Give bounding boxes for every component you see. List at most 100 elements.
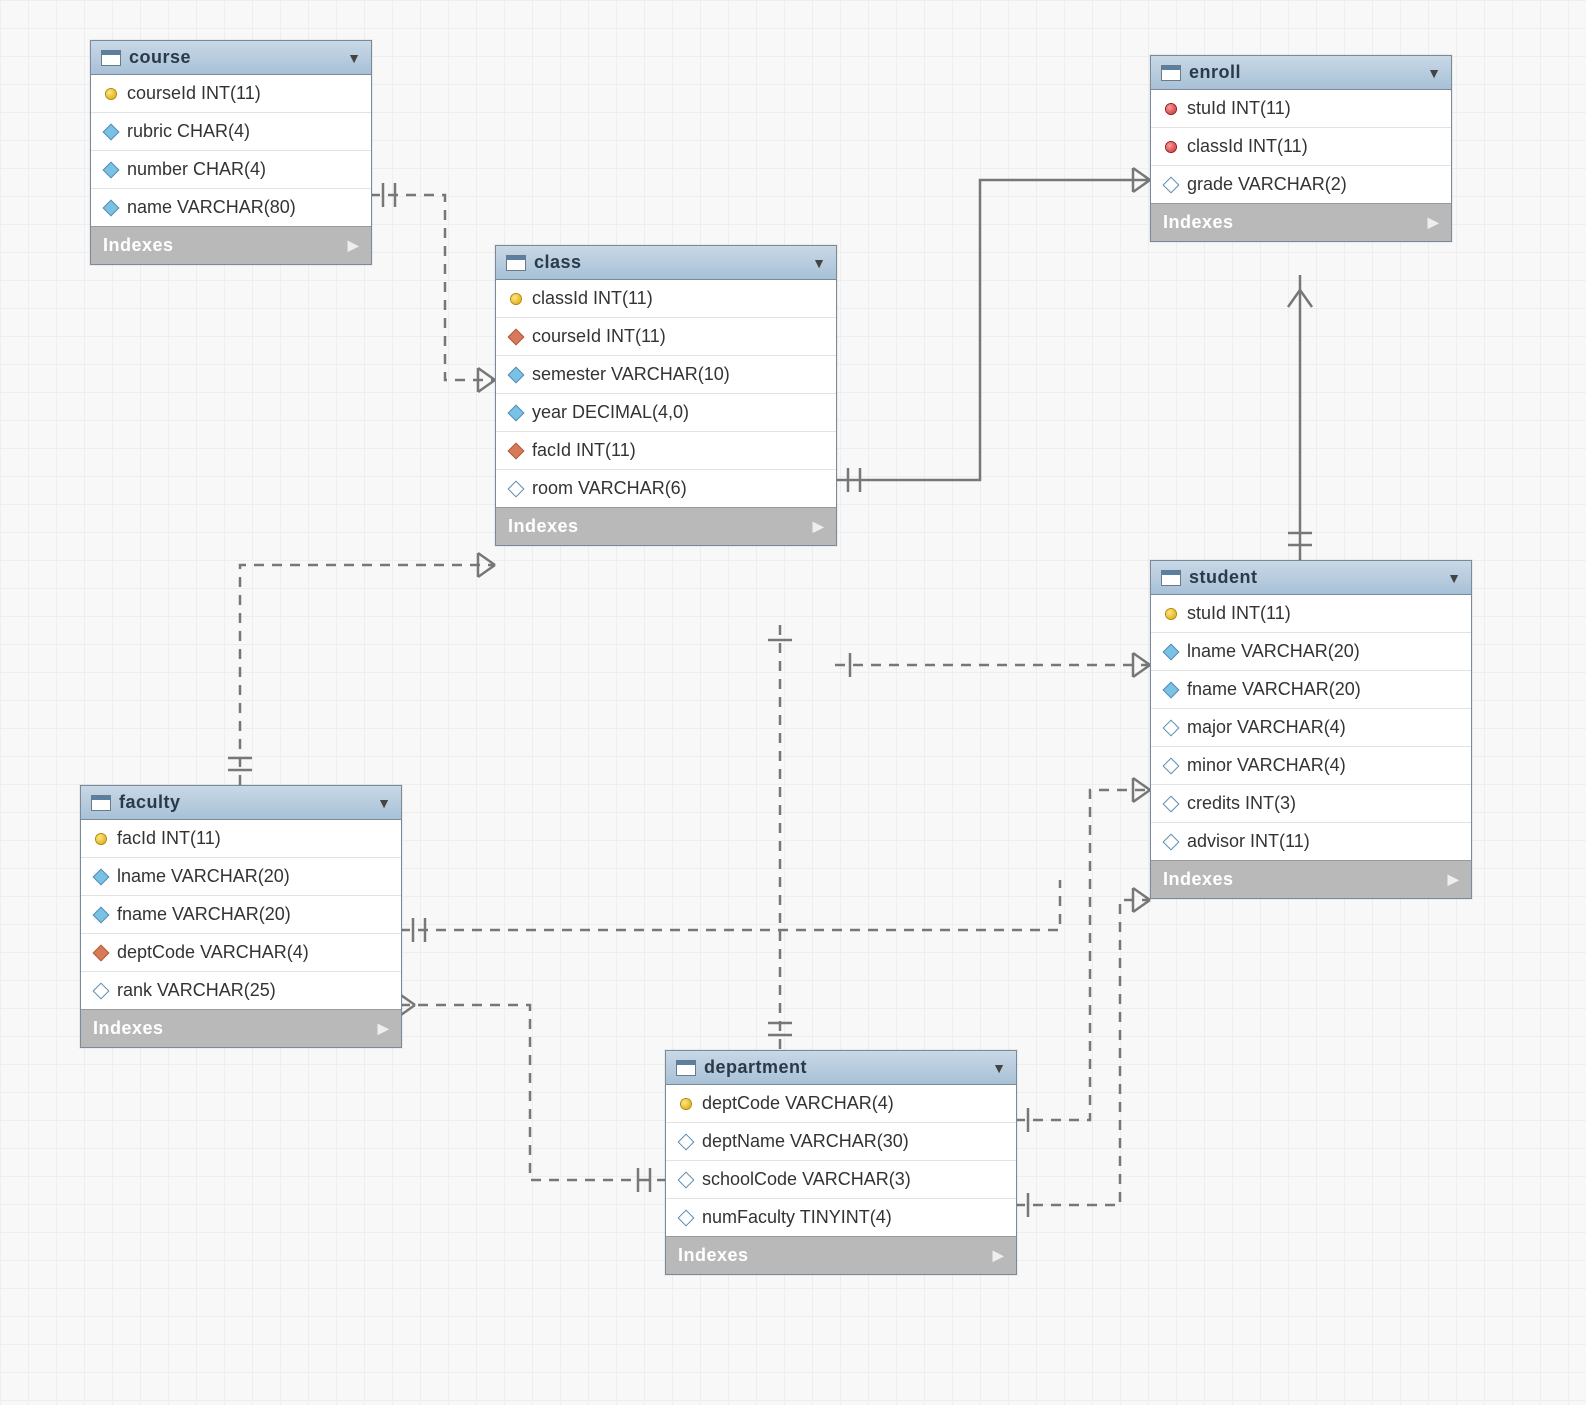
- column-nullable-icon: [508, 481, 524, 497]
- entity-title: faculty: [119, 792, 369, 813]
- column-fk-icon: [508, 443, 524, 459]
- expand-icon[interactable]: ▶: [993, 1247, 1004, 1264]
- column-row[interactable]: rank VARCHAR(25): [81, 972, 401, 1009]
- indexes-label: Indexes: [1163, 212, 1234, 233]
- column-nullable-icon: [1163, 758, 1179, 774]
- column-fk-icon: [93, 945, 109, 961]
- foreign-key-icon: [1163, 101, 1179, 117]
- column-notnull-icon: [93, 869, 109, 885]
- indexes-label: Indexes: [508, 516, 579, 537]
- column-row[interactable]: stuId INT(11): [1151, 595, 1471, 633]
- column-row[interactable]: major VARCHAR(4): [1151, 709, 1471, 747]
- column-row[interactable]: name VARCHAR(80): [91, 189, 371, 226]
- entity-title: enroll: [1189, 62, 1419, 83]
- column-row[interactable]: facId INT(11): [81, 820, 401, 858]
- expand-icon[interactable]: ▶: [378, 1020, 389, 1037]
- column-label: number CHAR(4): [127, 159, 266, 180]
- column-row[interactable]: courseId INT(11): [91, 75, 371, 113]
- primary-key-icon: [103, 86, 119, 102]
- table-icon: [676, 1060, 696, 1076]
- column-label: deptName VARCHAR(30): [702, 1131, 909, 1152]
- column-label: name VARCHAR(80): [127, 197, 296, 218]
- indexes-label: Indexes: [93, 1018, 164, 1039]
- column-row[interactable]: lname VARCHAR(20): [1151, 633, 1471, 671]
- collapse-icon[interactable]: ▼: [347, 50, 361, 66]
- column-row[interactable]: classId INT(11): [1151, 128, 1451, 166]
- entity-header[interactable]: enroll ▼: [1151, 56, 1451, 90]
- column-row[interactable]: classId INT(11): [496, 280, 836, 318]
- expand-icon[interactable]: ▶: [1428, 214, 1439, 231]
- column-row[interactable]: advisor INT(11): [1151, 823, 1471, 860]
- column-nullable-icon: [678, 1210, 694, 1226]
- column-row[interactable]: rubric CHAR(4): [91, 113, 371, 151]
- collapse-icon[interactable]: ▼: [1447, 570, 1461, 586]
- column-row[interactable]: lname VARCHAR(20): [81, 858, 401, 896]
- column-label: numFaculty TINYINT(4): [702, 1207, 892, 1228]
- column-row[interactable]: schoolCode VARCHAR(3): [666, 1161, 1016, 1199]
- column-notnull-icon: [508, 405, 524, 421]
- indexes-section[interactable]: Indexes▶: [666, 1236, 1016, 1274]
- column-label: grade VARCHAR(2): [1187, 174, 1347, 195]
- column-row[interactable]: deptCode VARCHAR(4): [81, 934, 401, 972]
- expand-icon[interactable]: ▶: [813, 518, 824, 535]
- column-fk-icon: [508, 329, 524, 345]
- entity-course[interactable]: course▼ courseId INT(11) rubric CHAR(4) num…: [90, 40, 372, 265]
- entity-header[interactable]: course▼: [91, 41, 371, 75]
- collapse-icon[interactable]: ▼: [1427, 65, 1441, 81]
- entity-header[interactable]: faculty ▼: [81, 786, 401, 820]
- table-icon: [1161, 65, 1181, 81]
- collapse-icon[interactable]: ▼: [377, 795, 391, 811]
- column-row[interactable]: credits INT(3): [1151, 785, 1471, 823]
- indexes-section[interactable]: Indexes ▶: [91, 226, 371, 264]
- expand-icon[interactable]: ▶: [348, 237, 359, 254]
- column-row[interactable]: grade VARCHAR(2): [1151, 166, 1451, 203]
- column-row[interactable]: courseId INT(11): [496, 318, 836, 356]
- entity-enroll[interactable]: enroll ▼ stuId INT(11) classId INT(11) grade…: [1150, 55, 1452, 242]
- indexes-section[interactable]: Indexes ▶: [1151, 860, 1471, 898]
- column-label: facId INT(11): [117, 828, 221, 849]
- collapse-icon[interactable]: ▼: [812, 255, 826, 271]
- column-label: stuId INT(11): [1187, 98, 1291, 119]
- foreign-key-icon: [1163, 139, 1179, 155]
- entity-header[interactable]: student▼: [1151, 561, 1471, 595]
- column-row[interactable]: deptName VARCHAR(30): [666, 1123, 1016, 1161]
- column-row[interactable]: room VARCHAR(6): [496, 470, 836, 507]
- column-nullable-icon: [1163, 834, 1179, 850]
- column-row[interactable]: numFaculty TINYINT(4): [666, 1199, 1016, 1236]
- expand-icon[interactable]: ▶: [1448, 871, 1459, 888]
- column-notnull-icon: [103, 124, 119, 140]
- primary-key-icon: [678, 1096, 694, 1112]
- column-row[interactable]: facId INT(11): [496, 432, 836, 470]
- indexes-section[interactable]: Indexes ▶: [1151, 203, 1451, 241]
- primary-key-icon: [1163, 606, 1179, 622]
- column-notnull-icon: [103, 162, 119, 178]
- column-label: deptCode VARCHAR(4): [702, 1093, 894, 1114]
- entity-header[interactable]: department▼: [666, 1051, 1016, 1085]
- column-row[interactable]: fname VARCHAR(20): [1151, 671, 1471, 709]
- column-label: classId INT(11): [532, 288, 653, 309]
- indexes-label: Indexes: [103, 235, 174, 256]
- column-notnull-icon: [508, 367, 524, 383]
- indexes-section[interactable]: Indexes ▶: [496, 507, 836, 545]
- column-nullable-icon: [678, 1172, 694, 1188]
- column-label: deptCode VARCHAR(4): [117, 942, 309, 963]
- entity-header[interactable]: class▼: [496, 246, 836, 280]
- column-row[interactable]: minor VARCHAR(4): [1151, 747, 1471, 785]
- column-row[interactable]: stuId INT(11): [1151, 90, 1451, 128]
- column-row[interactable]: deptCode VARCHAR(4): [666, 1085, 1016, 1123]
- column-nullable-icon: [93, 983, 109, 999]
- primary-key-icon: [93, 831, 109, 847]
- column-label: courseId INT(11): [127, 83, 261, 104]
- entity-faculty[interactable]: faculty ▼ facId INT(11) lname VARCHAR(20)fn…: [80, 785, 402, 1048]
- column-label: rank VARCHAR(25): [117, 980, 276, 1001]
- indexes-section[interactable]: Indexes ▶: [81, 1009, 401, 1047]
- column-row[interactable]: semester VARCHAR(10): [496, 356, 836, 394]
- column-row[interactable]: number CHAR(4): [91, 151, 371, 189]
- indexes-label: Indexes: [1163, 869, 1234, 890]
- column-row[interactable]: year DECIMAL(4,0): [496, 394, 836, 432]
- entity-class[interactable]: class▼ classId INT(11) courseId INT(11)sem…: [495, 245, 837, 546]
- entity-department[interactable]: department▼ deptCode VARCHAR(4) deptName V…: [665, 1050, 1017, 1275]
- collapse-icon[interactable]: ▼: [992, 1060, 1006, 1076]
- column-row[interactable]: fname VARCHAR(20): [81, 896, 401, 934]
- entity-student[interactable]: student▼stuId INT(11)lname VARCHAR(20)fn…: [1150, 560, 1472, 899]
